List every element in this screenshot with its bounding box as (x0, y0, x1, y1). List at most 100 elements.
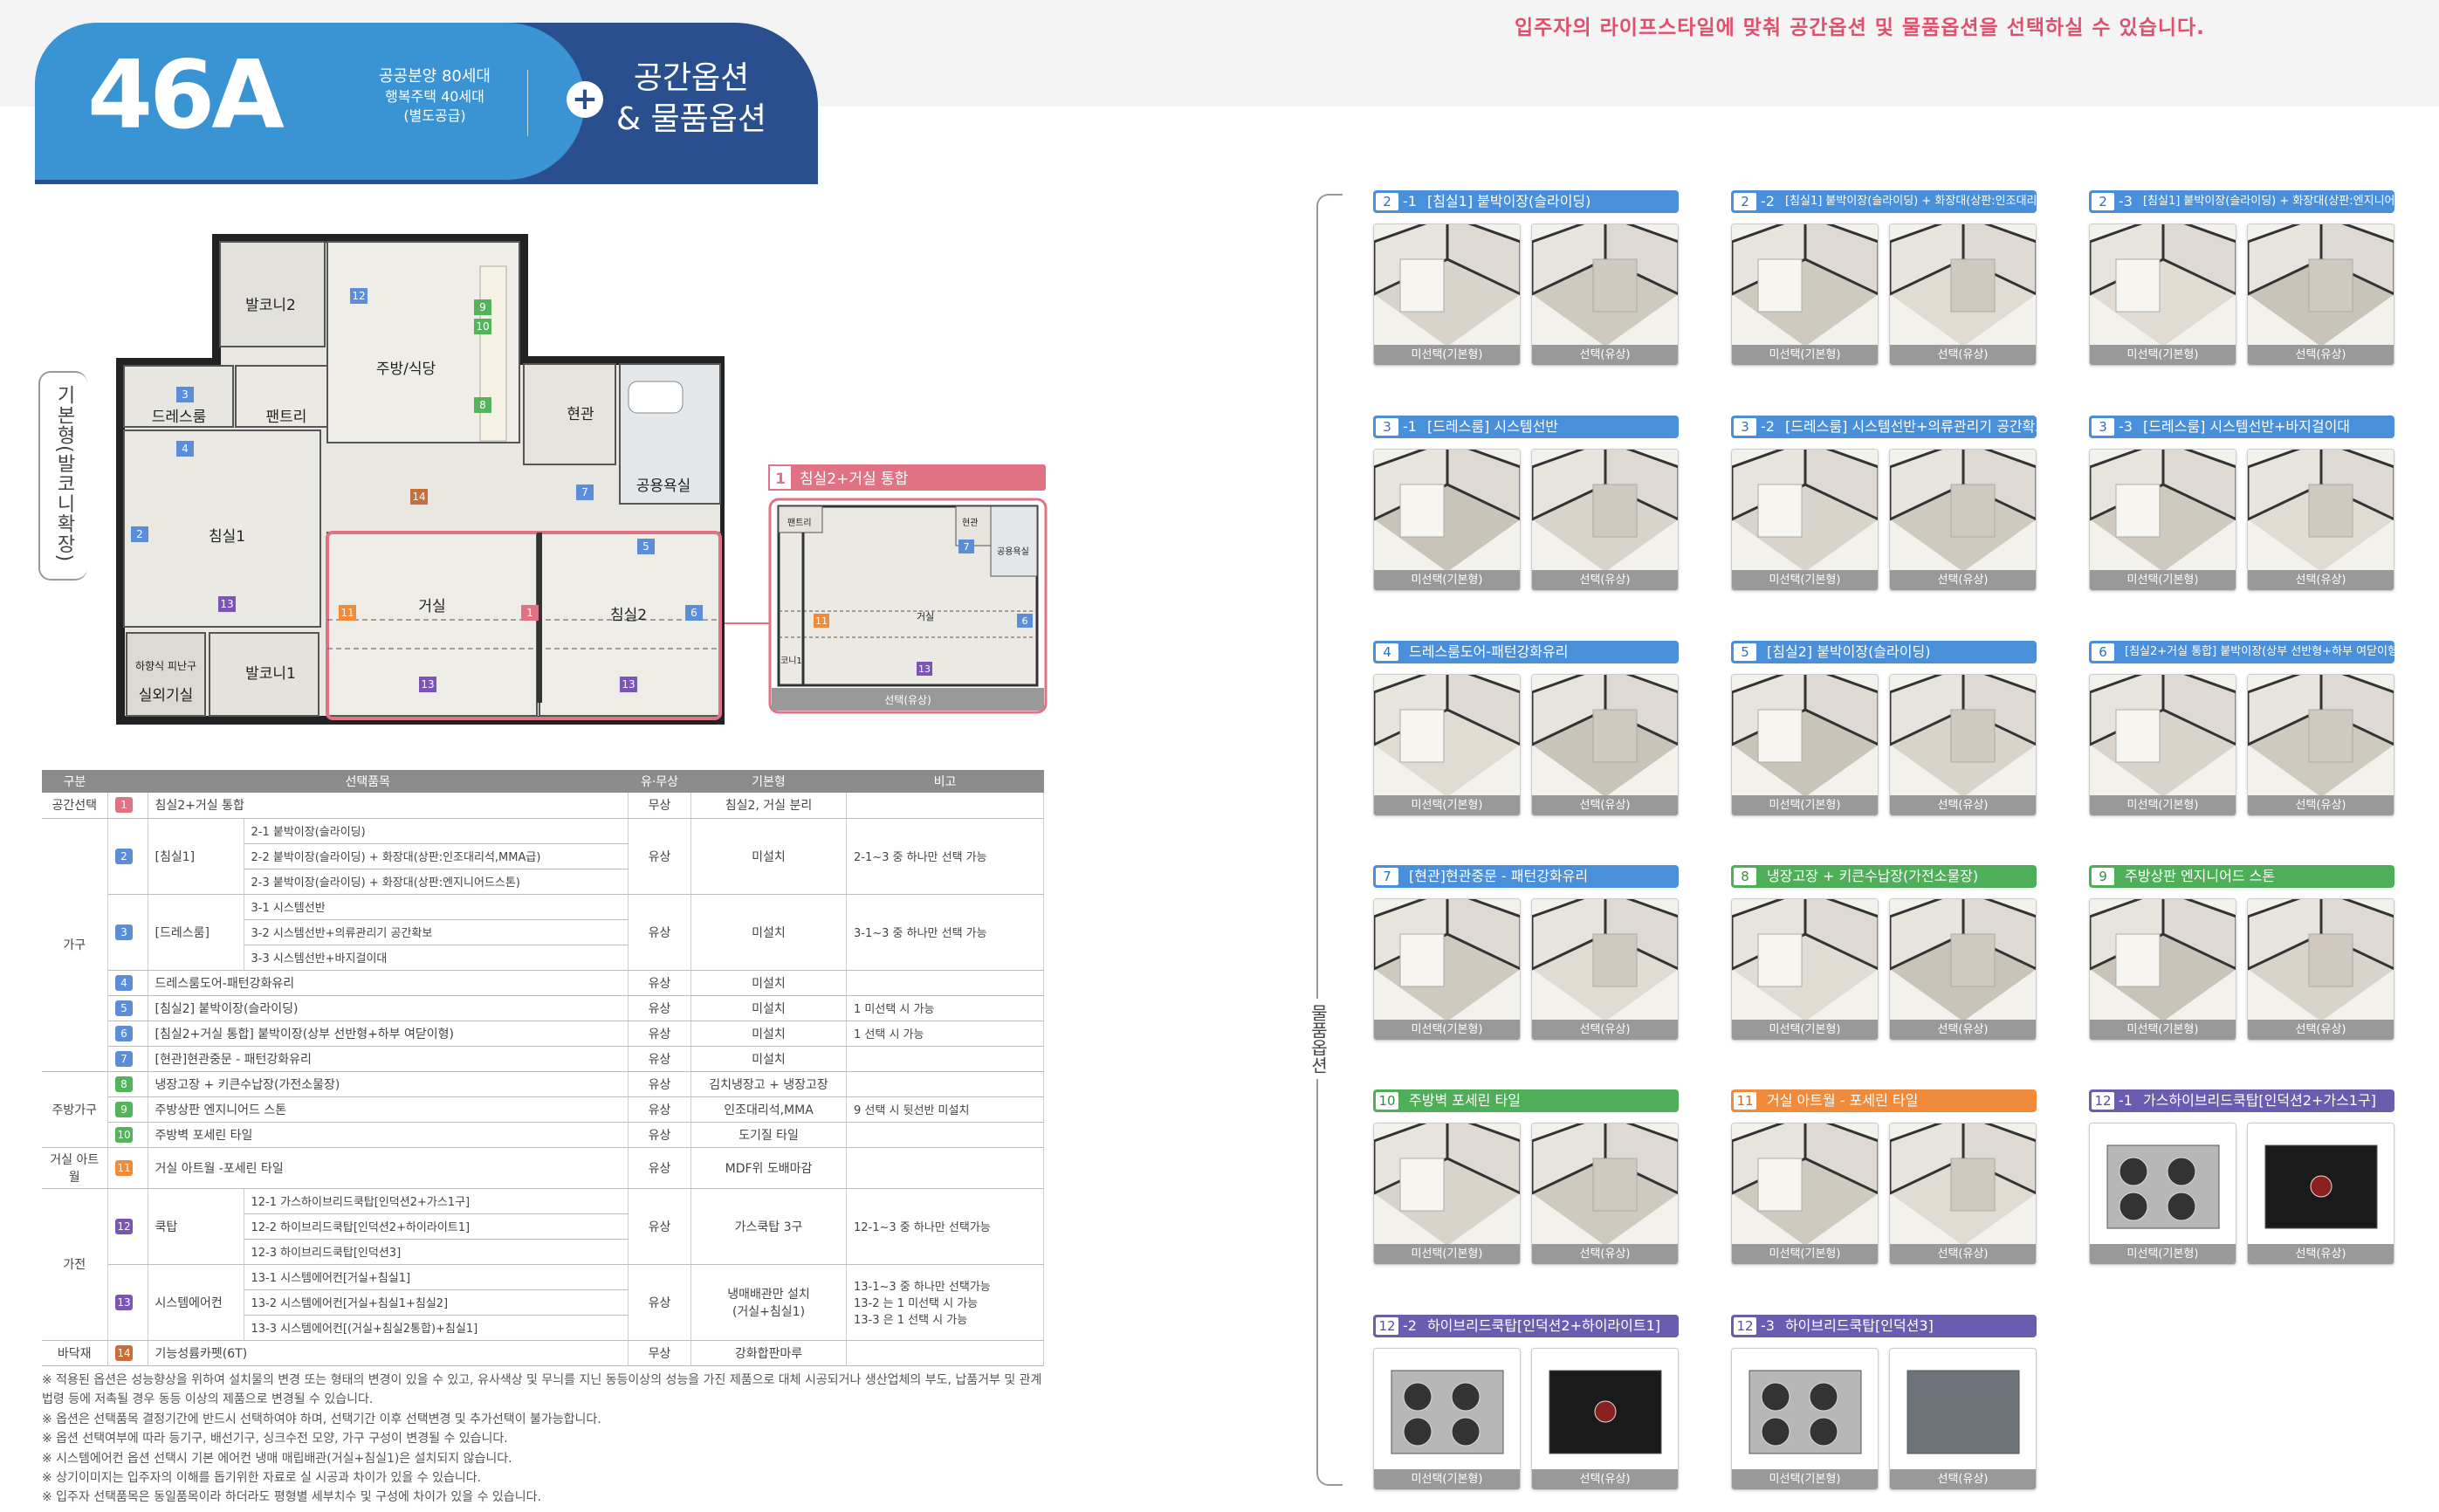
option-thumbnail-basic[interactable]: 미선택(기본형) (2089, 449, 2236, 591)
option-card[interactable]: 5 [침실2] 붙박이장(슬라이딩) 미선택(기본형) 선택(유상) (1731, 641, 2037, 816)
option-thumbnail-basic[interactable]: 미선택(기본형) (2089, 223, 2236, 366)
option-thumbnail-paid[interactable]: 선택(유상) (2247, 674, 2394, 816)
thumbnail-caption: 선택(유상) (2248, 1020, 2394, 1040)
room-render-image (1907, 1370, 2020, 1454)
room-render-image (2090, 899, 2236, 1021)
thumbnail-caption: 미선택(기본형) (1732, 1244, 1878, 1264)
option-thumbnail-paid[interactable]: 선택(유상) (2247, 898, 2394, 1041)
option-card[interactable]: 10 주방벽 포세린 타일 미선택(기본형) 선택(유상) (1373, 1089, 1679, 1265)
option-thumbnail-basic[interactable]: 미선택(기본형) (1731, 1348, 1879, 1490)
option-card[interactable]: 3 -1 [드레스룸] 시스템선반 미선택(기본형) 선택(유상) (1373, 416, 1679, 591)
option-thumbnail-basic[interactable]: 미선택(기본형) (2089, 1123, 2236, 1265)
option-thumbnail-basic[interactable]: 미선택(기본형) (1731, 449, 1879, 591)
row-base: 미설치 (690, 1021, 847, 1047)
option-thumbnail-paid[interactable]: 선택(유상) (1531, 1348, 1679, 1490)
row-paid: 유상 (628, 1188, 691, 1265)
option-thumbnail-basic[interactable]: 미선택(기본형) (1373, 449, 1521, 591)
option-thumbnail-basic[interactable]: 미선택(기본형) (1731, 223, 1879, 366)
option-thumbnail-paid[interactable]: 선택(유상) (1531, 898, 1679, 1041)
room-render-image (1732, 899, 1878, 1021)
option-card[interactable]: 7 [현관]현관중문 - 패턴강화유리미선택(기본형) 선택(유상) (1373, 865, 1679, 1041)
option-title-line1: 공간옵션 (633, 60, 750, 96)
option-thumbnail-basic[interactable]: 미선택(기본형) (1373, 674, 1521, 816)
option-card[interactable]: 6 [침실2+거실 통합] 붙박이장(상부 선반형+하부 여닫이형) 미선택(기본형… (2089, 641, 2394, 816)
option-thumbnail-paid[interactable]: 선택(유상) (2247, 223, 2394, 366)
option-card[interactable]: 12 -3 하이브리드쿡탑[인덕션3] 미선택(기본형) 선택(유상) (1731, 1315, 2037, 1490)
thumbnail-caption: 선택(유상) (1532, 570, 1678, 590)
option-thumbnail-basic[interactable]: 미선택(기본형) (1373, 223, 1521, 366)
room-render-image (1532, 224, 1678, 347)
option-card[interactable]: 12 -1 가스하이브리드쿡탑[인덕션2+가스1구] 미선택(기본형) 선택(유상) (2089, 1089, 2394, 1265)
option-thumbnail-basic[interactable]: 미선택(기본형) (1731, 898, 1879, 1041)
option-card-header: 9 주방상판 엔지니어드 스톤 (2089, 865, 2394, 888)
option-card-number: 7 (1376, 868, 1398, 885)
row-sub-item: 13-1 시스템에어컨[거실+침실1] (244, 1264, 629, 1290)
svg-text:9: 9 (479, 301, 486, 313)
option-card-header: 12 -3 하이브리드쿡탑[인덕션3] (1731, 1315, 2037, 1337)
option-card-number: 2 (1376, 193, 1398, 210)
option-thumbnail-paid[interactable]: 선택(유상) (1531, 223, 1679, 366)
option-thumbnail-paid[interactable]: 선택(유상) (2247, 1123, 2394, 1265)
thumbnail-caption: 선택(유상) (1890, 1020, 2036, 1040)
row-sub-item: 12-3 하이브리드쿡탑[인덕션3] (244, 1239, 629, 1265)
room-bath: 공용욕실 (636, 478, 691, 495)
option-thumbnail-basic[interactable]: 미선택(기본형) (1731, 1123, 1879, 1265)
option-thumbnail-basic[interactable]: 미선택(기본형) (1731, 674, 1879, 816)
option-card[interactable]: 3 -3 [드레스룸] 시스템선반+바지걸이대 미선택(기본형) 선택(유상) (2089, 416, 2394, 591)
option-card-images: 미선택(기본형) 선택(유상) (2089, 223, 2394, 366)
option-card-title: [침실1] 붙박이장(슬라이딩) (1426, 193, 1591, 210)
option-thumbnail-paid[interactable]: 선택(유상) (1889, 898, 2037, 1041)
option-card-title: [침실1] 붙박이장(슬라이딩) + 화장대(상판:인조대리석,MMA급) (1784, 195, 2037, 208)
row-item: 주방상판 엔지니어드 스톤 (148, 1096, 629, 1123)
option-number: 11 (115, 1159, 133, 1176)
option-card[interactable]: 12 -2 하이브리드쿡탑[인덕션2+하이라이트1] 미선택(기본형) 선택(유상) (1373, 1315, 1679, 1490)
row-base: 미설치 (690, 995, 847, 1021)
option-card[interactable]: 2 -3 [침실1] 붙박이장(슬라이딩) + 화장대(상판:엔지니어드스톤) 미선택… (2089, 190, 2394, 366)
room-kitchen: 주방/식당 (376, 361, 436, 378)
option-thumbnail-paid[interactable]: 선택(유상) (1889, 1348, 2037, 1490)
option-thumbnail-basic[interactable]: 미선택(기본형) (2089, 898, 2236, 1041)
room-render-image (1890, 1124, 2036, 1246)
option-thumbnail-basic[interactable]: 미선택(기본형) (1373, 898, 1521, 1041)
option-card[interactable]: 3 -2 [드레스룸] 시스템선반+의류관리기 공간확보 미선택(기본형) 선택(유상) (1731, 416, 2037, 591)
thumbnail-caption: 미선택(기본형) (2090, 1244, 2236, 1264)
option-card-images: 미선택(기본형) 선택(유상) (1373, 674, 1679, 816)
option-card[interactable]: 8 냉장고장 + 키큰수납장(가전소물장) 미선택(기본형) 선택(유상) (1731, 865, 2037, 1041)
option-card[interactable]: 2 -2 [침실1] 붙박이장(슬라이딩) + 화장대(상판:인조대리석,MMA급)… (1731, 190, 2037, 366)
option-thumbnail-paid[interactable]: 선택(유상) (1531, 674, 1679, 816)
option-card[interactable]: 11 거실 아트월 - 포세린 타일 미선택(기본형) 선택(유상) (1731, 1089, 2037, 1265)
option-thumbnail-paid[interactable]: 선택(유상) (1889, 223, 2037, 366)
option-number: 5 (115, 1000, 133, 1016)
option-thumbnail-paid[interactable]: 선택(유상) (2247, 449, 2394, 591)
option-thumbnail-basic[interactable]: 미선택(기본형) (1373, 1348, 1521, 1490)
thumbnail-caption: 선택(유상) (1532, 1020, 1678, 1040)
inset-living: 거실 (917, 611, 934, 622)
thumbnail-caption: 선택(유상) (1532, 795, 1678, 815)
svg-text:5: 5 (642, 540, 649, 553)
option-thumbnail-paid[interactable]: 선택(유상) (1531, 449, 1679, 591)
room-render-image (2248, 450, 2394, 572)
option-card[interactable]: 2 -1 [침실1] 붙박이장(슬라이딩) 미선택(기본형) 선택(유상) (1373, 190, 1679, 366)
option-thumbnail-paid[interactable]: 선택(유상) (1889, 1123, 2037, 1265)
svg-text:7: 7 (581, 486, 588, 498)
table-row: 7 [현관]현관중문 - 패턴강화유리 유상 미설치 (42, 1046, 1044, 1072)
svg-text:4: 4 (182, 443, 189, 455)
option-thumbnail-paid[interactable]: 선택(유상) (1889, 449, 2037, 591)
option-thumbnail-basic[interactable]: 미선택(기본형) (2089, 674, 2236, 816)
row-category: 바닥재 (42, 1340, 108, 1366)
option-card-images: 미선택(기본형) 선택(유상) (1731, 898, 2037, 1041)
option-card[interactable]: 9 주방상판 엔지니어드 스톤미선택(기본형) 선택(유상) (2089, 865, 2394, 1041)
option-card[interactable]: 4 드레스룸도어-패턴강화유리 미선택(기본형) 선택(유상) (1373, 641, 1679, 816)
row-base: 도기질 타일 (690, 1122, 847, 1148)
option-thumbnail-basic[interactable]: 미선택(기본형) (1373, 1123, 1521, 1265)
thumbnail-caption: 미선택(기본형) (1732, 1469, 1878, 1489)
option-card-title: [드레스룸] 시스템선반+의류관리기 공간확보 (1784, 418, 2037, 435)
option-thumbnail-paid[interactable]: 선택(유상) (1531, 1123, 1679, 1265)
option-card-title: [현관]현관중문 - 패턴강화유리 (1409, 868, 1589, 884)
option-card-images: 미선택(기본형) 선택(유상) (1373, 223, 1679, 366)
model-title: 46A (87, 41, 285, 150)
room-render-image (2090, 224, 2236, 347)
option-thumbnail-paid[interactable]: 선택(유상) (1889, 674, 2037, 816)
room-render-image (1391, 1370, 1504, 1454)
th-note: 비고 (846, 770, 1044, 793)
